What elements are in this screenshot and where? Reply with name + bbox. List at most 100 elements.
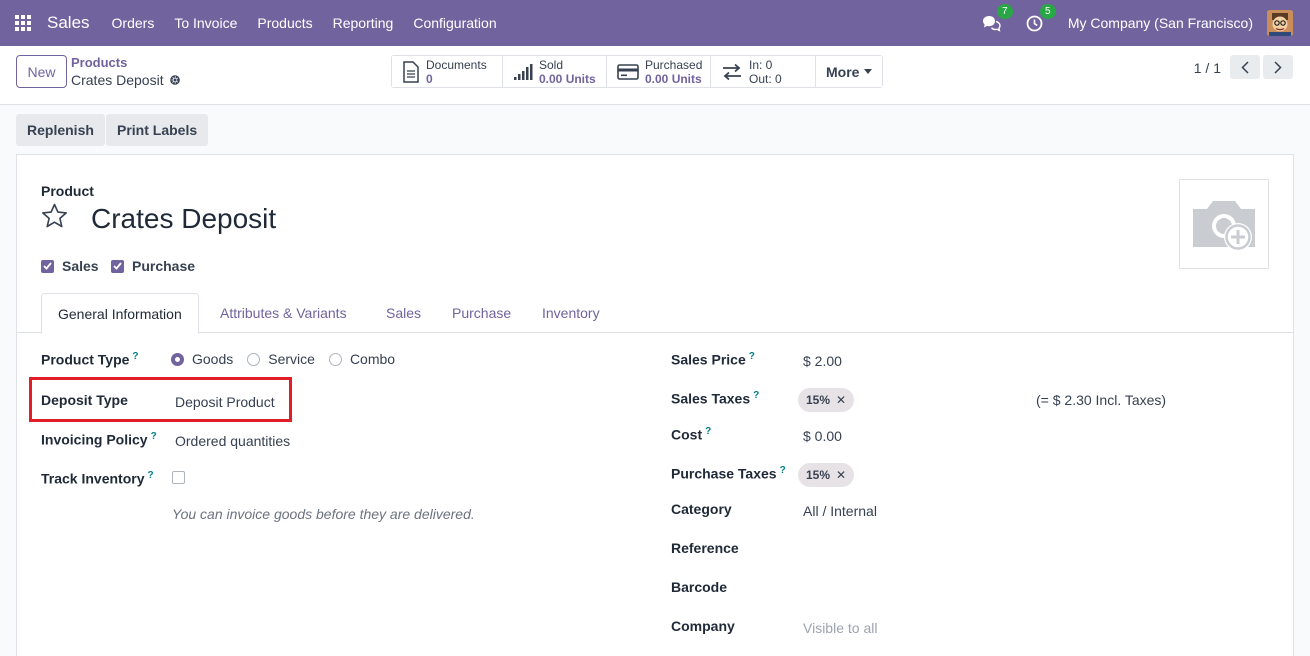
purchased-smart-button[interactable]: Purchased 0.00 Units (607, 56, 711, 87)
tab-inventory[interactable]: Inventory (542, 293, 600, 333)
sales-price-label: Sales Price? (671, 351, 755, 368)
app-name[interactable]: Sales (47, 13, 90, 33)
category-field[interactable]: All / Internal (803, 503, 877, 519)
apps-menu-icon[interactable] (0, 0, 46, 46)
signal-bars-icon (513, 63, 533, 81)
sales-checkbox-label: Sales (62, 258, 99, 274)
help-tooltip-icon[interactable]: ? (148, 470, 154, 481)
credit-card-icon (617, 63, 639, 81)
menu-orders[interactable]: Orders (112, 15, 155, 31)
sales-price-label-text: Sales Price (671, 351, 746, 368)
tab-attributes-variants[interactable]: Attributes & Variants (220, 293, 347, 333)
sales-price-field[interactable]: $ 2.00 (803, 353, 842, 369)
breadcrumb-products[interactable]: Products (71, 55, 127, 70)
company-switcher[interactable]: My Company (San Francisco) (1068, 15, 1253, 31)
camera-add-icon (1189, 193, 1259, 255)
radio-combo[interactable]: Combo (328, 351, 396, 367)
messages-icon[interactable]: 7 (982, 4, 1013, 33)
product-name[interactable]: Crates Deposit (91, 203, 276, 235)
radio-combo-label: Combo (349, 351, 396, 367)
reference-field[interactable] (803, 542, 1053, 560)
favorite-star-icon[interactable] (41, 203, 68, 232)
sold-value: 0.00 Units (539, 71, 596, 86)
new-button[interactable]: New (16, 55, 67, 88)
tab-sales[interactable]: Sales (386, 293, 421, 333)
cost-field[interactable]: $ 0.00 (803, 428, 842, 444)
documents-value: 0 (426, 71, 433, 86)
cost-label: Cost? (671, 426, 711, 443)
print-labels-button[interactable]: Print Labels (106, 114, 209, 146)
remove-tag-icon[interactable]: ✕ (836, 393, 846, 407)
menu-to-invoice[interactable]: To Invoice (174, 15, 237, 31)
sold-label: Sold (539, 57, 564, 72)
check-icon (111, 259, 124, 273)
in-label: In: 0 (749, 57, 773, 72)
product-image-upload[interactable] (1179, 179, 1269, 269)
menu-products[interactable]: Products (257, 15, 312, 31)
radio-empty-icon (328, 352, 342, 366)
radio-empty-icon (247, 352, 261, 366)
help-tooltip-icon[interactable]: ? (151, 431, 157, 442)
purchase-tax-tag-label: 15% (806, 468, 831, 482)
documents-smart-button[interactable]: Documents 0 (392, 56, 503, 87)
barcode-field[interactable] (803, 581, 1053, 599)
reference-label: Reference (671, 540, 739, 556)
top-navbar: Sales Orders To Invoice Products Reporti… (0, 0, 1310, 46)
radio-service-label: Service (268, 351, 315, 367)
sales-tax-tag[interactable]: 15% ✕ (798, 388, 855, 412)
tab-purchase[interactable]: Purchase (452, 293, 511, 333)
gear-icon[interactable] (169, 73, 181, 89)
chevron-left-icon (1241, 60, 1249, 74)
help-tooltip-icon[interactable]: ? (705, 426, 711, 437)
tab-general-information[interactable]: General Information (41, 293, 199, 334)
invoicing-policy-label: Invoicing Policy? (41, 431, 157, 448)
caret-down-icon (864, 69, 873, 74)
purchase-checkbox[interactable]: Purchase (111, 258, 195, 274)
pager-previous-button[interactable] (1230, 55, 1260, 79)
sales-taxes-label-text: Sales Taxes (671, 390, 751, 407)
activity-clock-icon[interactable]: 5 (1025, 4, 1056, 33)
help-tooltip-icon[interactable]: ? (749, 351, 755, 362)
sales-checkbox[interactable]: Sales (41, 258, 99, 274)
product-form-sheet: Product Crates Deposit Sales Purchase Ge… (16, 154, 1294, 656)
user-avatar[interactable] (1267, 10, 1293, 36)
purchase-taxes-label-text: Purchase Taxes (671, 465, 777, 482)
company-field[interactable]: Visible to all (803, 620, 877, 636)
replenish-button[interactable]: Replenish (16, 114, 105, 146)
menu-reporting[interactable]: Reporting (333, 15, 394, 31)
in-out-smart-button[interactable]: In: 0 Out: 0 (711, 56, 816, 87)
control-panel: New Products Crates Deposit Documents 0 S… (0, 46, 1310, 105)
track-inventory-checkbox[interactable] (172, 471, 185, 484)
messages-badge: 7 (996, 4, 1013, 19)
remove-tag-icon[interactable]: ✕ (836, 468, 846, 482)
exchange-arrows-icon (721, 63, 743, 81)
smart-buttons: Documents 0 Sold 0.00 Units Purchased 0.00 … (391, 55, 884, 88)
help-tooltip-icon[interactable]: ? (132, 351, 138, 362)
help-tooltip-icon[interactable]: ? (780, 465, 786, 476)
sales-tax-tag-label: 15% (806, 393, 831, 407)
deposit-type-field[interactable]: Deposit Product (175, 394, 275, 410)
invoicing-policy-field[interactable]: Ordered quantities (175, 433, 290, 449)
purchase-taxes-label: Purchase Taxes? (671, 465, 786, 482)
pager-value[interactable]: 1 / 1 (1194, 60, 1221, 76)
breadcrumb-current: Crates Deposit (71, 72, 181, 89)
help-tooltip-icon[interactable]: ? (753, 390, 759, 401)
sold-smart-button[interactable]: Sold 0.00 Units (503, 56, 607, 87)
purchase-tax-tag[interactable]: 15% ✕ (798, 463, 855, 487)
invoicing-policy-label-text: Invoicing Policy (41, 431, 148, 448)
check-icon (41, 259, 54, 273)
radio-service[interactable]: Service (247, 351, 315, 367)
radio-goods-label: Goods (192, 351, 234, 367)
category-label: Category (671, 501, 732, 517)
radio-goods[interactable]: Goods (171, 351, 233, 367)
deposit-type-label: Deposit Type (41, 392, 128, 408)
product-type-radio: Goods Service Combo (171, 351, 409, 367)
track-inventory-label-text: Track Inventory (41, 470, 145, 487)
purchased-value: 0.00 Units (645, 71, 702, 86)
notebook-tabs: General Information Attributes & Variant… (17, 293, 1293, 334)
breadcrumb-current-label: Crates Deposit (71, 72, 164, 88)
sales-taxes-label: Sales Taxes? (671, 390, 759, 407)
pager-next-button[interactable] (1263, 55, 1293, 79)
more-smart-buttons-dropdown[interactable]: More (816, 56, 883, 87)
menu-configuration[interactable]: Configuration (413, 15, 496, 31)
